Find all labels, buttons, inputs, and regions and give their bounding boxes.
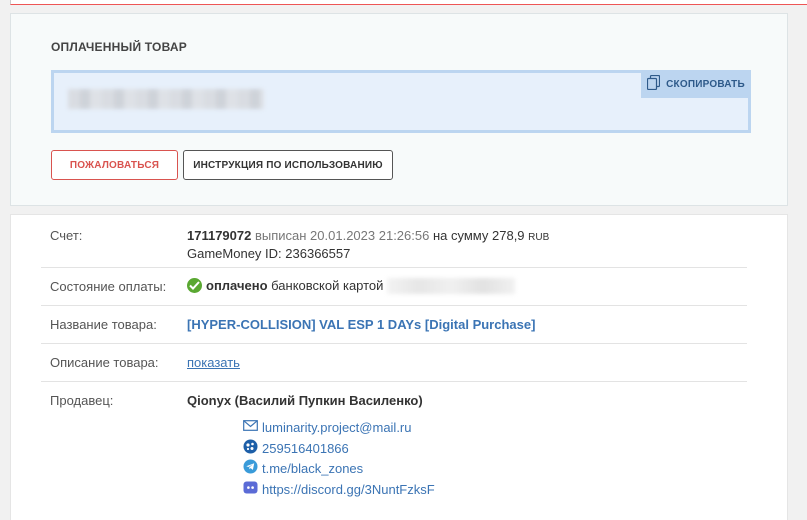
seller-email-link[interactable]: luminarity.project@mail.ru <box>262 420 412 435</box>
invoice-label: Счет: <box>50 228 83 243</box>
seller-wmid[interactable]: 259516401866 <box>243 439 349 457</box>
gamemoney-id: 236366557 <box>285 246 351 261</box>
product-name-row: Название товара: [HYPER-COLLISION] VAL E… <box>41 306 747 344</box>
hidden-product-code <box>68 89 264 109</box>
product-name-label: Название товара: <box>50 317 157 332</box>
paid-product-panel: ОПЛАЧЕННЫЙ ТОВАР СКОПИРОВАТЬ ПОЖАЛОВАТЬС… <box>10 13 788 206</box>
check-circle-icon <box>187 278 202 293</box>
seller-name: Qionyx (Василий Пупкин Василенко) <box>187 393 423 408</box>
description-label: Описание товара: <box>50 355 159 370</box>
paid-product-title: ОПЛАЧЕННЫЙ ТОВАР <box>51 40 187 54</box>
seller-row: Продавец: Qionyx (Василий Пупкин Василен… <box>41 382 747 520</box>
payment-status-value: оплачено банковской картой <box>187 278 516 294</box>
product-code-box[interactable]: СКОПИРОВАТЬ <box>51 70 751 133</box>
gamemoney-label: GameMoney ID: <box>187 246 282 261</box>
instruction-button[interactable]: ИНСТРУКЦИЯ ПО ИСПОЛЬЗОВАНИЮ <box>183 150 393 180</box>
seller-email[interactable]: luminarity.project@mail.ru <box>243 418 412 436</box>
seller-telegram-link[interactable]: t.me/black_zones <box>262 461 363 476</box>
copy-button-label: СКОПИРОВАТЬ <box>666 78 745 90</box>
payment-status-text: оплачено <box>206 278 268 293</box>
seller-label: Продавец: <box>50 393 114 408</box>
invoice-amount: 278,9 <box>492 228 525 243</box>
invoice-value: 171179072 выписан 20.01.2023 21:26:56 на… <box>187 228 549 262</box>
copy-button[interactable]: СКОПИРОВАТЬ <box>641 70 751 98</box>
invoice-number: 171179072 <box>187 228 252 243</box>
product-name-link[interactable]: [HYPER-COLLISION] VAL ESP 1 DAYs [Digita… <box>187 317 535 332</box>
payment-status-row: Состояние оплаты: оплачено банковской ка… <box>41 268 747 306</box>
description-row: Описание товара: показать <box>41 344 747 382</box>
show-description-link[interactable]: показать <box>187 355 240 370</box>
invoice-currency: RUB <box>528 232 550 243</box>
seller-discord-link[interactable]: https://discord.gg/3NuntFzksF <box>262 482 435 497</box>
telegram-icon <box>243 459 258 477</box>
mail-icon <box>243 418 258 436</box>
payment-status-label: Состояние оплаты: <box>50 279 167 294</box>
seller-wmid-link[interactable]: 259516401866 <box>262 441 349 456</box>
invoice-row: Счет: 171179072 выписан 20.01.2023 21:26… <box>41 215 747 268</box>
seller-discord[interactable]: https://discord.gg/3NuntFzksF <box>243 480 435 498</box>
webmoney-icon <box>243 439 258 457</box>
payment-method: банковской картой <box>271 278 384 293</box>
top-strip <box>10 0 807 5</box>
invoice-issued: выписан 20.01.2023 21:26:56 <box>254 228 430 243</box>
complain-button[interactable]: ПОЖАЛОВАТЬСЯ <box>51 150 178 180</box>
order-info-panel: Счет: 171179072 выписан 20.01.2023 21:26… <box>10 214 788 520</box>
copy-icon <box>647 74 661 93</box>
discord-icon <box>243 480 258 498</box>
amount-prefix: на сумму <box>432 228 489 243</box>
seller-telegram[interactable]: t.me/black_zones <box>243 459 363 477</box>
hidden-card-number <box>387 278 516 294</box>
